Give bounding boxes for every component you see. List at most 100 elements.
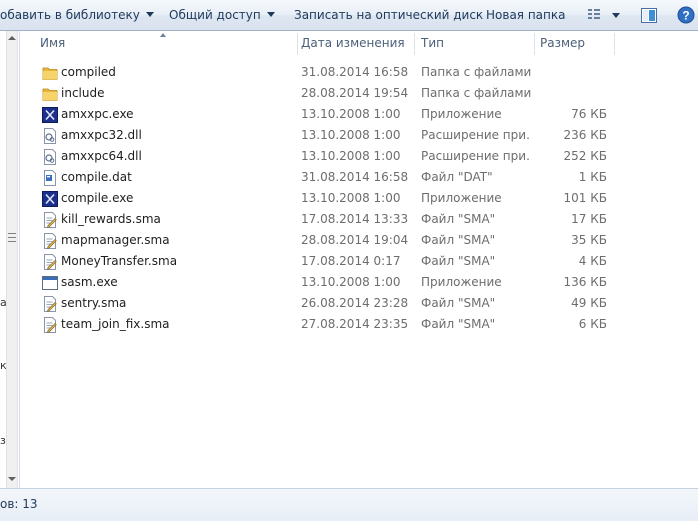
view-options-button[interactable] [586,7,626,23]
new-folder-button[interactable]: Новая папка [486,0,565,30]
sma-icon [42,317,58,333]
column-headers: Имя Дата изменения Тип Размер [20,31,698,56]
file-date-modified: 17.08.2014 13:33 [301,212,409,226]
file-size: 236 КБ [563,128,607,142]
column-header-name[interactable]: Имя [32,31,297,56]
sma-icon [42,254,58,270]
sma-icon [42,212,58,228]
file-size: 101 КБ [563,191,607,205]
svg-text:?: ? [682,9,689,23]
exe-icon [42,107,58,123]
view-details-icon [588,9,620,19]
preview-pane-button[interactable] [640,7,658,24]
file-type: Папка с файлами [421,86,531,100]
command-bar: обавить в библиотеку Общий доступ Записа… [0,0,698,31]
file-row[interactable]: MoneyTransfer.sma 17.08.2014 0:17 Файл "SM… [20,251,698,272]
exe-icon [42,191,58,207]
file-row[interactable]: sentry.sma 26.08.2014 23:28 Файл "SMA" 49 К… [20,293,698,314]
file-name[interactable]: sentry.sma [61,293,126,314]
chevron-down-icon [266,12,275,17]
file-name[interactable]: compiled [61,62,116,83]
file-row[interactable]: mapmanager.sma 28.08.2014 19:04 Файл "SMA"… [20,230,698,251]
dll-icon [42,149,58,165]
file-name[interactable]: mapmanager.sma [61,230,170,251]
file-name[interactable]: compile.dat [61,167,132,188]
file-name[interactable]: amxxpc64.dll [61,146,142,167]
preview-pane-icon [641,8,657,23]
file-type: Файл "SMA" [421,317,496,331]
file-size: 136 КБ [563,275,607,289]
file-date-modified: 13.10.2008 1:00 [301,107,401,121]
file-name[interactable]: amxxpc32.dll [61,125,142,146]
share-button[interactable]: Общий доступ [169,0,275,30]
file-type: Папка с файлами [421,65,531,79]
chevron-down-icon [145,12,154,17]
file-type: Файл "SMA" [421,296,496,310]
file-type: Файл "SMA" [421,254,496,268]
file-name[interactable]: amxxpc.exe [61,104,134,125]
file-date-modified: 13.10.2008 1:00 [301,191,401,205]
file-type: Расширение при... [421,128,531,142]
file-name[interactable]: kill_rewards.sma [61,209,161,230]
new-folder-label: Новая папка [486,8,566,22]
file-type: Файл "DAT" [421,170,493,184]
file-row[interactable]: team_join_fix.sma 27.08.2014 23:35 Файл "S… [20,314,698,335]
nav-item-fragment[interactable]: з [0,434,6,447]
file-date-modified: 13.10.2008 1:00 [301,275,401,289]
folder-icon [42,86,58,102]
file-type: Приложение [421,275,502,289]
column-header-size[interactable]: Размер [532,31,612,56]
column-divider[interactable] [614,33,615,55]
file-row[interactable]: sasm.exe 13.10.2008 1:00 Приложение 136 КБ [20,272,698,293]
file-row[interactable]: compile.exe 13.10.2008 1:00 Приложение 101 … [20,188,698,209]
dat-icon [42,170,58,186]
folder-icon [42,65,58,81]
file-name[interactable]: include [61,83,104,104]
file-size: 4 КБ [578,254,607,268]
file-row[interactable]: amxxpc64.dll 13.10.2008 1:00 Расширение пр… [20,146,698,167]
scroll-down-icon[interactable] [8,477,16,481]
file-size: 35 КБ [571,233,607,247]
file-name[interactable]: team_join_fix.sma [61,314,170,335]
file-name[interactable]: MoneyTransfer.sma [61,251,177,272]
column-header-type[interactable]: Тип [413,31,533,56]
scroll-up-icon[interactable] [8,36,16,40]
file-name[interactable]: sasm.exe [61,272,118,293]
scroll-thumb-grip[interactable] [8,233,16,242]
help-button[interactable]: ? [677,6,695,24]
file-row[interactable]: kill_rewards.sma 17.08.2014 13:33 Файл "SM… [20,209,698,230]
burn-disc-label: Записать на оптический диск [294,8,484,22]
file-row[interactable]: include 28.08.2014 19:54 Папка с файлами [20,83,698,104]
file-row[interactable]: amxxpc32.dll 13.10.2008 1:00 Расширение пр… [20,125,698,146]
file-row[interactable]: compile.dat 31.08.2014 16:58 Файл "DAT" 1 К… [20,167,698,188]
dll-icon [42,128,58,144]
sma-icon [42,233,58,249]
window-exe-icon [42,275,58,291]
add-to-library-label: обавить в библиотеку [0,8,140,22]
file-type: Расширение при... [421,149,531,163]
file-date-modified: 17.08.2014 0:17 [301,254,401,268]
file-name[interactable]: compile.exe [61,188,133,209]
file-date-modified: 13.10.2008 1:00 [301,149,401,163]
column-header-size-label: Размер [540,36,586,50]
file-type: Файл "SMA" [421,212,496,226]
add-to-library-button[interactable]: обавить в библиотеку [0,0,154,30]
file-row[interactable]: compiled 31.08.2014 16:58 Папка с файлами [20,62,698,83]
file-size: 17 КБ [571,212,607,226]
column-header-date[interactable]: Дата изменения [293,31,413,56]
file-size: 76 КБ [571,107,607,121]
file-list: compiled 31.08.2014 16:58 Папка с файлами i… [20,62,698,335]
sma-icon [42,296,58,312]
nav-pane-scrollbar[interactable] [6,31,18,488]
file-row[interactable]: amxxpc.exe 13.10.2008 1:00 Приложение 76 КБ [20,104,698,125]
file-type: Файл "SMA" [421,233,496,247]
file-size: 6 КБ [578,317,607,331]
file-date-modified: 26.08.2014 23:28 [301,296,409,310]
file-size: 252 КБ [563,149,607,163]
burn-disc-button[interactable]: Записать на оптический диск [294,0,483,30]
column-header-date-label: Дата изменения [301,36,405,50]
file-size: 1 КБ [578,170,607,184]
file-date-modified: 28.08.2014 19:04 [301,233,409,247]
share-label: Общий доступ [169,8,261,22]
column-header-type-label: Тип [421,36,444,50]
